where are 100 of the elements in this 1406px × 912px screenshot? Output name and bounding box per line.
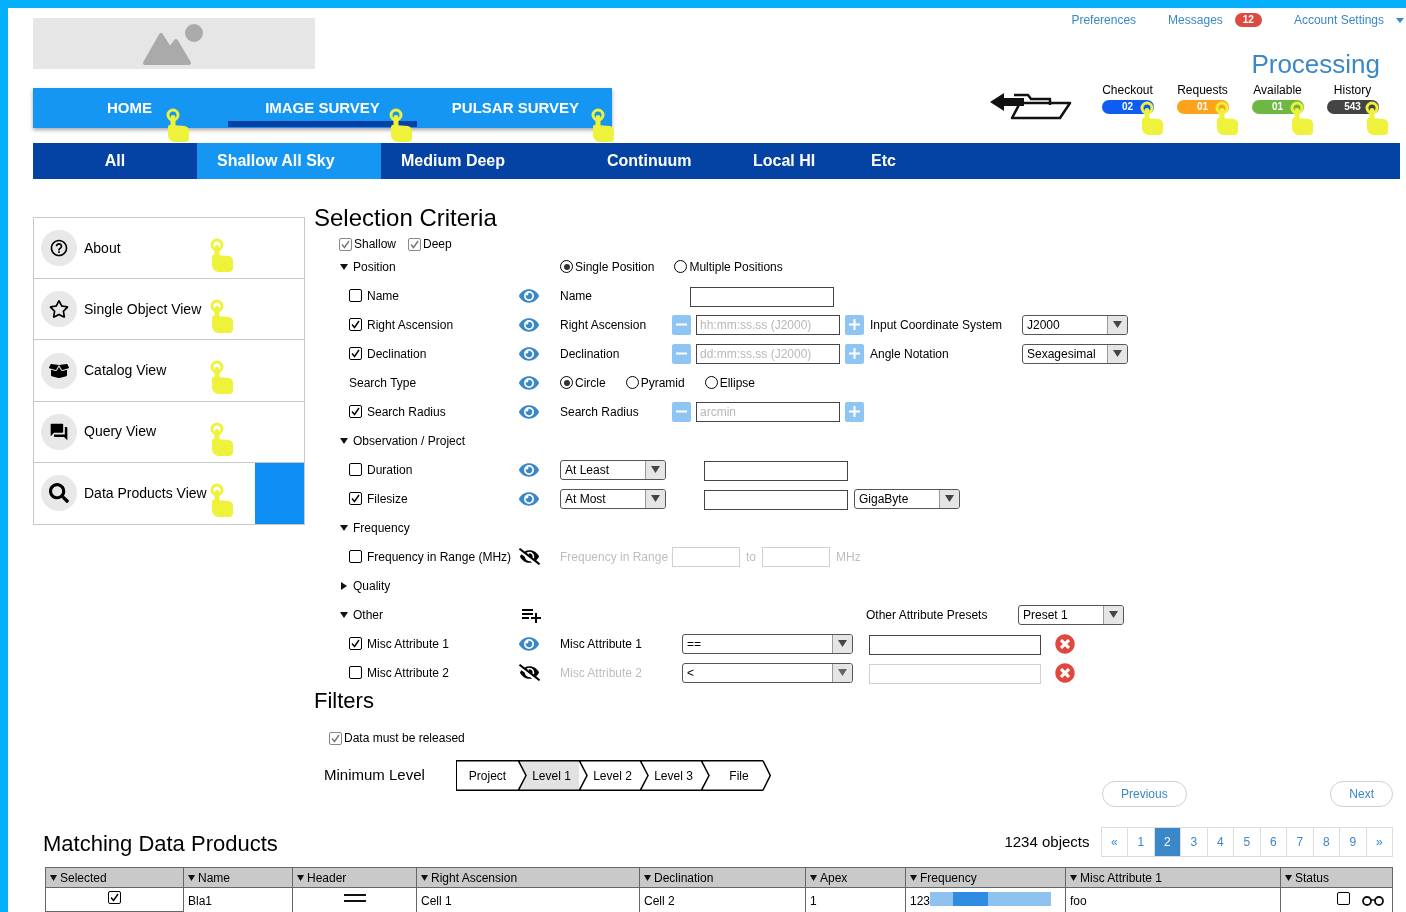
radio-button[interactable] xyxy=(625,376,639,389)
pointer-hand-icon xyxy=(209,421,233,456)
field-label: Other Attribute Presets xyxy=(866,606,989,624)
page-button[interactable]: « xyxy=(1101,827,1128,857)
column-header[interactable]: Status xyxy=(1281,867,1393,888)
sidebar-item-icon xyxy=(41,475,77,512)
criterion-label: Declination xyxy=(367,345,427,363)
table-cell: 1 xyxy=(806,888,906,912)
sort-icon xyxy=(50,874,57,881)
count-badge: 12 xyxy=(1234,13,1262,27)
level-step[interactable]: Project xyxy=(457,760,518,791)
queue-label: Requests xyxy=(1177,83,1228,97)
radio-button[interactable] xyxy=(560,376,573,389)
checkbox[interactable] xyxy=(408,237,422,251)
glasses-icon xyxy=(1362,896,1384,906)
column-header[interactable]: Right Ascension xyxy=(417,867,640,888)
text-field[interactable]: hh:mm:ss.ss (J2000) xyxy=(696,314,840,335)
page-button[interactable]: » xyxy=(1366,827,1393,857)
sort-icon xyxy=(297,874,304,881)
criterion-label: Right Ascension xyxy=(367,316,454,334)
checkbox[interactable] xyxy=(349,637,362,650)
expand-icon[interactable] xyxy=(340,262,348,271)
dropdown[interactable]: == xyxy=(682,633,853,654)
radio-button[interactable] xyxy=(560,260,573,273)
dropdown[interactable]: GigaByte xyxy=(854,488,960,509)
checkbox[interactable] xyxy=(349,318,362,331)
queue-label: History xyxy=(1333,83,1372,97)
column-header[interactable]: Misc Attribute 1 xyxy=(1066,867,1281,888)
column-header[interactable]: Name xyxy=(184,867,293,888)
queue-label: Checkout xyxy=(1102,83,1153,97)
group-label: Other xyxy=(353,606,383,624)
dropdown[interactable]: J2000 xyxy=(1022,314,1128,335)
header-link[interactable]: Account Settings xyxy=(1293,11,1384,29)
text-field[interactable] xyxy=(704,460,848,481)
page-button[interactable]: 9 xyxy=(1340,827,1367,857)
page-button[interactable]: 8 xyxy=(1313,827,1340,857)
checkbox[interactable] xyxy=(349,347,362,360)
checkbox[interactable] xyxy=(349,492,362,505)
column-header[interactable]: Header xyxy=(293,867,417,888)
group-label: Frequency xyxy=(353,519,410,537)
field-label: Angle Notation xyxy=(870,345,950,363)
expand-icon[interactable] xyxy=(340,523,348,532)
page-button[interactable]: 2 xyxy=(1154,827,1181,857)
text-field[interactable]: arcmin xyxy=(696,401,840,422)
min-level-label: Minimum Level xyxy=(323,765,426,786)
table-cell: foo xyxy=(1066,888,1281,912)
dropdown[interactable]: At Least xyxy=(560,459,666,480)
page-button[interactable]: 7 xyxy=(1287,827,1314,857)
text-field[interactable] xyxy=(869,634,1041,655)
header-link[interactable]: Messages xyxy=(1168,11,1223,29)
text-field[interactable]: dd:mm:ss.ss (J2000) xyxy=(696,343,840,364)
checkbox[interactable] xyxy=(349,463,362,476)
field-label: Declination xyxy=(560,345,621,363)
sidebar-item-icon xyxy=(41,291,77,328)
text-field[interactable] xyxy=(704,489,848,510)
dropdown[interactable]: Sexagesimal xyxy=(1022,343,1128,364)
sort-icon xyxy=(188,874,195,881)
dropdown-arrow-icon xyxy=(1109,611,1118,618)
caret-icon[interactable] xyxy=(1396,17,1404,23)
table-cell: Cell 2 xyxy=(640,888,806,912)
criterion-label: Name xyxy=(367,287,399,305)
level-step[interactable]: Level 2 xyxy=(579,760,640,791)
dropdown[interactable]: Preset 1 xyxy=(1018,604,1124,625)
checkbox[interactable] xyxy=(349,405,362,418)
dropdown-arrow-icon xyxy=(1113,350,1122,357)
checkbox[interactable] xyxy=(349,289,362,302)
table-cell-text: 123 xyxy=(910,893,931,910)
sort-icon xyxy=(1285,874,1292,881)
remove-icon[interactable] xyxy=(1055,633,1075,654)
sidebar-item-icon xyxy=(41,352,77,389)
page-button[interactable]: 3 xyxy=(1181,827,1208,857)
criterion-label: Search Radius xyxy=(367,403,446,421)
page-button[interactable]: 4 xyxy=(1207,827,1234,857)
sort-icon xyxy=(1070,874,1077,881)
page-button[interactable]: 1 xyxy=(1128,827,1155,857)
page-button[interactable]: 5 xyxy=(1234,827,1261,857)
text-field[interactable] xyxy=(690,286,834,307)
expand-icon[interactable] xyxy=(340,581,348,590)
unit-label: to xyxy=(746,548,756,566)
page-button[interactable]: 6 xyxy=(1260,827,1287,857)
checkbox[interactable] xyxy=(339,237,352,251)
dropdown[interactable]: At Most xyxy=(560,488,666,509)
plus-icon xyxy=(849,406,860,417)
column-header[interactable]: Frequency xyxy=(906,867,1066,888)
checkbox[interactable] xyxy=(329,731,342,745)
header-link[interactable]: Preferences xyxy=(1071,11,1137,29)
expand-icon[interactable] xyxy=(340,436,348,445)
sort-icon xyxy=(644,874,651,881)
radio-button[interactable] xyxy=(704,376,718,389)
checkbox[interactable] xyxy=(1337,892,1350,905)
pointer-hand-icon xyxy=(1214,101,1238,135)
column-header[interactable]: Selected xyxy=(45,867,184,888)
level-step[interactable]: Level 1 xyxy=(518,760,579,791)
column-header[interactable]: Declination xyxy=(640,867,806,888)
column-header[interactable]: Apex xyxy=(806,867,906,888)
radio-button[interactable] xyxy=(674,260,688,273)
expand-icon[interactable] xyxy=(340,610,348,619)
level-step[interactable]: File xyxy=(701,760,771,791)
level-step[interactable]: Level 3 xyxy=(640,760,701,791)
checkbox[interactable] xyxy=(108,891,121,904)
